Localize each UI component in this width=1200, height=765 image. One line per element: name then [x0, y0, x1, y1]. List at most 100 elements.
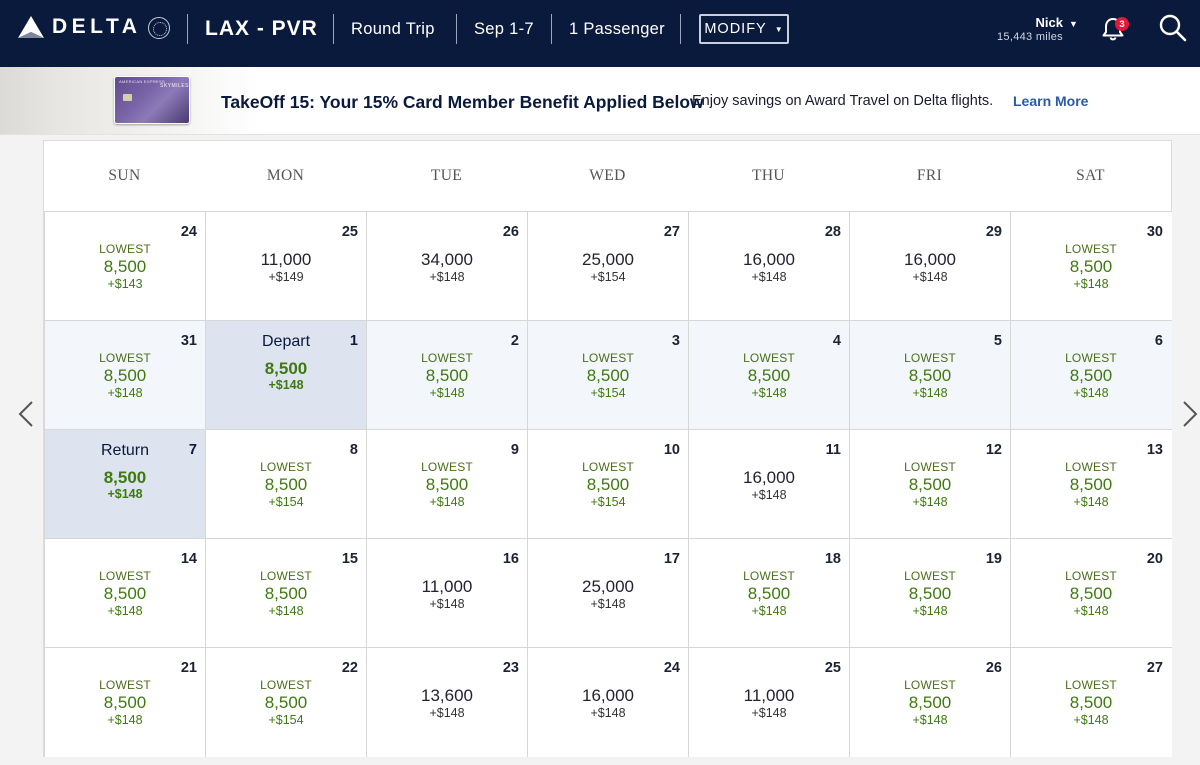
fare-taxes: +$148: [751, 706, 787, 720]
calendar-day-cell[interactable]: 20 LOWEST 8,500 +$148: [1010, 538, 1172, 648]
card-issuer: AMERICAN EXPRESS: [119, 79, 165, 84]
calendar-day-cell[interactable]: 10 LOWEST 8,500 +$154: [527, 429, 689, 539]
caret-down-icon[interactable]: ▼: [1069, 19, 1078, 29]
calendar-day-cell[interactable]: 25 11,000 +$149: [205, 211, 367, 321]
calendar-day-cell[interactable]: 19 LOWEST 8,500 +$148: [849, 538, 1011, 648]
fare-miles: 25,000: [582, 577, 634, 596]
fare-miles: 8,500: [1069, 257, 1113, 276]
fare-miles: 8,500: [103, 693, 147, 712]
promo-banner: AMERICAN EXPRESS SKYMILES TakeOff 15: Yo…: [0, 67, 1200, 135]
lowest-tag: LOWEST: [99, 351, 151, 365]
fare-miles: 8,500: [103, 584, 147, 603]
calendar-day-cell[interactable]: 16 11,000 +$148: [366, 538, 528, 648]
fare-taxes: +$148: [429, 495, 465, 509]
weekday-sun: SUN: [108, 167, 141, 184]
fare-taxes: +$148: [751, 386, 787, 400]
calendar-day-cell[interactable]: 8 LOWEST 8,500 +$154: [205, 429, 367, 539]
day-number: 2: [510, 333, 519, 349]
passenger-count[interactable]: 1 Passenger: [569, 20, 665, 39]
calendar-day-cell[interactable]: 7 Return 8,500 +$148: [44, 429, 206, 539]
calendar-day-cell[interactable]: 21 LOWEST 8,500 +$148: [44, 647, 206, 757]
day-number: 5: [993, 333, 1002, 349]
fare-taxes: +$148: [912, 713, 948, 727]
calendar-day-cell[interactable]: 27 LOWEST 8,500 +$148: [1010, 647, 1172, 757]
fare-taxes: +$148: [268, 378, 304, 392]
day-number: 24: [180, 224, 197, 240]
day-number: 23: [502, 660, 519, 676]
calendar-day-cell[interactable]: 17 25,000 +$148: [527, 538, 689, 648]
calendar-day-cell[interactable]: 13 LOWEST 8,500 +$148: [1010, 429, 1172, 539]
lowest-tag: LOWEST: [904, 569, 956, 583]
fare-taxes: +$154: [268, 713, 304, 727]
day-number: 22: [341, 660, 358, 676]
fare-taxes: +$148: [429, 597, 465, 611]
fare-taxes: +$149: [268, 270, 304, 284]
trip-type[interactable]: Round Trip: [351, 20, 435, 39]
weekday-mon: MON: [266, 167, 305, 184]
calendar-day-cell[interactable]: 29 16,000 +$148: [849, 211, 1011, 321]
search-icon[interactable]: [1158, 13, 1188, 43]
calendar-day-cell[interactable]: 26 LOWEST 8,500 +$148: [849, 647, 1011, 757]
day-number: 18: [824, 551, 841, 567]
notification-badge: 3: [1115, 17, 1129, 31]
fare-taxes: +$148: [268, 604, 304, 618]
delta-logo[interactable]: DELTA: [18, 12, 141, 42]
calendar-day-cell[interactable]: 18 LOWEST 8,500 +$148: [688, 538, 850, 648]
fare-miles: 8,500: [1069, 475, 1113, 494]
fare-calendar: SUN MON TUE WED THU FRI SAT 24 LOWEST 8,500 +$143…: [43, 140, 1172, 757]
fare-miles: 8,500: [103, 257, 147, 276]
calendar-day-cell[interactable]: 26 34,000 +$148: [366, 211, 528, 321]
fare-taxes: +$154: [590, 386, 626, 400]
fare-miles: 8,500: [908, 693, 952, 712]
fare-taxes: +$148: [429, 386, 465, 400]
divider: [333, 14, 334, 44]
lowest-tag: LOWEST: [99, 678, 151, 692]
calendar-day-cell[interactable]: 9 LOWEST 8,500 +$148: [366, 429, 528, 539]
travel-dates[interactable]: Sep 1-7: [474, 20, 534, 39]
calendar-day-cell[interactable]: 3 LOWEST 8,500 +$154: [527, 320, 689, 430]
route-label[interactable]: LAX - PVR: [205, 17, 318, 41]
calendar-day-cell[interactable]: 25 11,000 +$148: [688, 647, 850, 757]
calendar-day-cell[interactable]: 24 LOWEST 8,500 +$143: [44, 211, 206, 321]
chevron-left-icon[interactable]: [16, 399, 36, 429]
calendar-day-cell[interactable]: 15 LOWEST 8,500 +$148: [205, 538, 367, 648]
calendar-day-cell[interactable]: 30 LOWEST 8,500 +$148: [1010, 211, 1172, 321]
calendar-day-cell[interactable]: 5 LOWEST 8,500 +$148: [849, 320, 1011, 430]
calendar-day-cell[interactable]: 23 13,600 +$148: [366, 647, 528, 757]
calendar-grid: 24 LOWEST 8,500 +$143 25 11,000 +$149 26 34,000 +…: [44, 211, 1172, 757]
lowest-tag: LOWEST: [1065, 569, 1117, 583]
fare-miles: 16,000: [904, 250, 956, 269]
fare-miles: 16,000: [582, 686, 634, 705]
calendar-day-cell[interactable]: 11 16,000 +$148: [688, 429, 850, 539]
fare-taxes: +$148: [1073, 495, 1109, 509]
day-number: 10: [663, 442, 680, 458]
modify-button[interactable]: MODIFY ▼: [699, 14, 789, 44]
fare-miles: 8,500: [1069, 693, 1113, 712]
fare-taxes: +$148: [107, 386, 143, 400]
day-number: 20: [1146, 551, 1163, 567]
user-name[interactable]: Nick: [1036, 15, 1063, 30]
modify-label: MODIFY: [704, 21, 767, 37]
fare-miles: 11,000: [260, 250, 312, 269]
fare-miles: 11,000: [743, 686, 795, 705]
calendar-day-cell[interactable]: 22 LOWEST 8,500 +$154: [205, 647, 367, 757]
learn-more-link[interactable]: Learn More: [1013, 93, 1088, 109]
calendar-day-cell[interactable]: 28 16,000 +$148: [688, 211, 850, 321]
calendar-day-cell[interactable]: 4 LOWEST 8,500 +$148: [688, 320, 850, 430]
calendar-day-cell[interactable]: 1 Depart 8,500 +$148: [205, 320, 367, 430]
day-number: 24: [663, 660, 680, 676]
day-number: 25: [824, 660, 841, 676]
calendar-day-cell[interactable]: 14 LOWEST 8,500 +$148: [44, 538, 206, 648]
chevron-right-icon[interactable]: [1180, 399, 1200, 429]
calendar-day-cell[interactable]: 6 LOWEST 8,500 +$148: [1010, 320, 1172, 430]
calendar-day-cell[interactable]: 12 LOWEST 8,500 +$148: [849, 429, 1011, 539]
calendar-day-cell[interactable]: 2 LOWEST 8,500 +$148: [366, 320, 528, 430]
calendar-day-cell[interactable]: 31 LOWEST 8,500 +$148: [44, 320, 206, 430]
day-number: 15: [341, 551, 358, 567]
calendar-day-cell[interactable]: 27 25,000 +$154: [527, 211, 689, 321]
fare-miles: 13,600: [421, 686, 473, 705]
day-number: 28: [824, 224, 841, 240]
calendar-day-cell[interactable]: 24 16,000 +$148: [527, 647, 689, 757]
selected-day-label: Return: [100, 442, 150, 459]
user-miles: 15,443 miles: [997, 31, 1063, 43]
